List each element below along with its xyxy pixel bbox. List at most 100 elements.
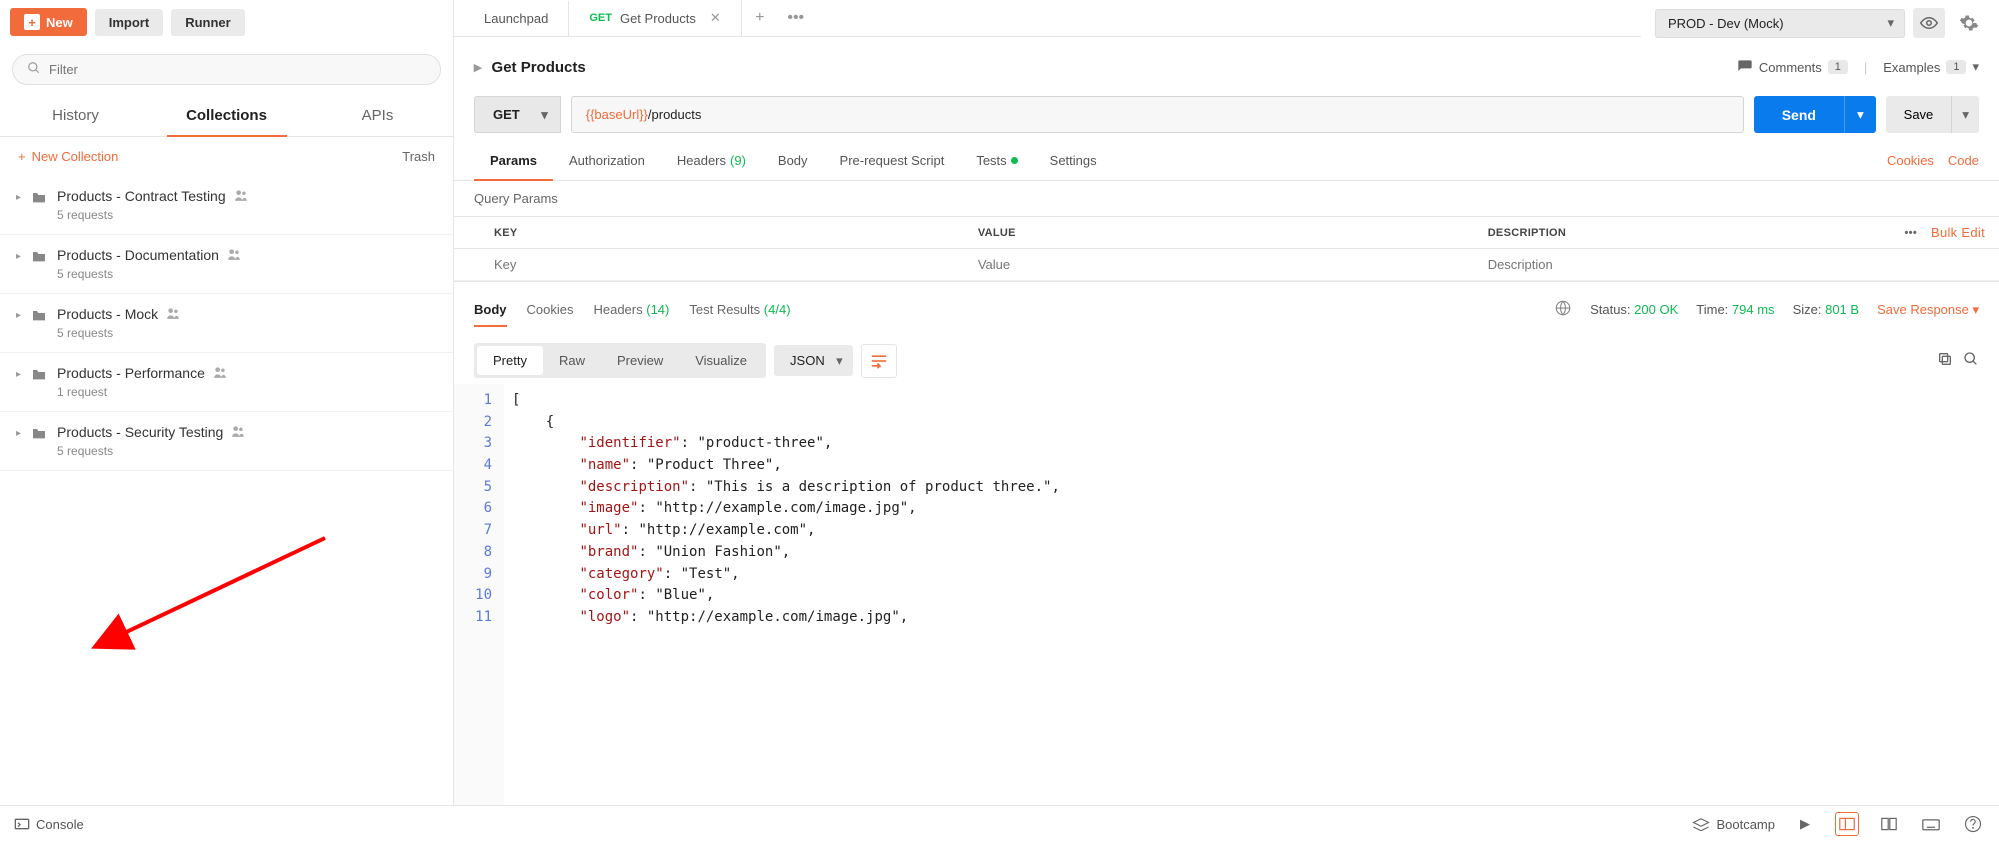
- params-overflow-button[interactable]: •••: [1905, 227, 1917, 239]
- subtab-settings[interactable]: Settings: [1034, 141, 1113, 180]
- tab-collections[interactable]: Collections: [151, 95, 302, 136]
- params-header-key: KEY: [454, 217, 964, 249]
- new-tab-button[interactable]: +: [742, 9, 778, 27]
- subtab-body[interactable]: Body: [762, 141, 824, 180]
- chevron-right-icon[interactable]: ▸: [16, 369, 21, 380]
- linewrap-button[interactable]: [861, 344, 897, 378]
- url-path: /products: [648, 107, 701, 122]
- filter-input-wrap[interactable]: [12, 54, 441, 85]
- chevron-right-icon[interactable]: ▸: [16, 192, 21, 203]
- collection-item[interactable]: ▸ Products - Performance 1 request: [0, 353, 453, 412]
- comments-button[interactable]: Comments 1: [1737, 59, 1848, 75]
- format-label: JSON: [790, 353, 825, 368]
- examples-count: 1: [1946, 60, 1966, 74]
- help-icon[interactable]: [1961, 812, 1985, 836]
- collection-item[interactable]: ▸ Products - Contract Testing 5 requests: [0, 176, 453, 235]
- view-pretty[interactable]: Pretty: [477, 346, 543, 375]
- status-dot-icon: [1011, 157, 1018, 164]
- save-button[interactable]: Save: [1886, 96, 1952, 133]
- chevron-right-icon[interactable]: ▸: [16, 310, 21, 321]
- method-select[interactable]: GET: [474, 96, 561, 133]
- search-response-icon[interactable]: [1963, 351, 1979, 370]
- resp-headers-count: (14): [646, 302, 669, 317]
- globe-icon[interactable]: [1554, 299, 1572, 320]
- tab-method: GET: [589, 12, 612, 24]
- view-visualize[interactable]: Visualize: [679, 346, 763, 375]
- chevron-right-icon[interactable]: ▸: [16, 251, 21, 262]
- collection-item[interactable]: ▸ Products - Documentation 5 requests: [0, 235, 453, 294]
- comments-label: Comments: [1759, 60, 1822, 75]
- collection-name: Products - Mock: [57, 306, 158, 322]
- folder-icon: [31, 426, 47, 443]
- collection-item[interactable]: ▸ Products - Security Testing 5 requests: [0, 412, 453, 471]
- close-icon[interactable]: ✕: [710, 10, 721, 26]
- param-value-input[interactable]: [978, 257, 1460, 272]
- filter-input[interactable]: [49, 62, 426, 77]
- param-key-input[interactable]: [494, 257, 950, 272]
- subtab-authorization[interactable]: Authorization: [553, 141, 661, 180]
- subtab-params[interactable]: Params: [474, 141, 553, 180]
- tab-get-products[interactable]: GET Get Products ✕: [569, 0, 741, 36]
- runner-button[interactable]: Runner: [171, 9, 245, 36]
- tab-launchpad[interactable]: Launchpad: [464, 1, 569, 36]
- chevron-right-icon[interactable]: ▸: [474, 58, 482, 76]
- plus-icon: +: [24, 14, 40, 30]
- people-icon: [213, 365, 227, 381]
- collection-item[interactable]: ▸ Products - Mock 5 requests: [0, 294, 453, 353]
- tab-overflow-button[interactable]: •••: [778, 9, 814, 27]
- environment-preview-button[interactable]: [1913, 8, 1945, 38]
- subtab-headers[interactable]: Headers (9): [661, 141, 762, 180]
- import-button[interactable]: Import: [95, 9, 163, 36]
- play-icon[interactable]: ▶: [1793, 812, 1817, 836]
- collection-name: Products - Performance: [57, 365, 205, 381]
- param-desc-input[interactable]: [1488, 257, 1985, 272]
- bootcamp-icon: [1692, 817, 1710, 831]
- tab-history[interactable]: History: [0, 95, 151, 136]
- layout-two-pane-icon[interactable]: [1835, 812, 1859, 836]
- folder-icon: [31, 367, 47, 384]
- params-header-desc-label: DESCRIPTION: [1488, 227, 1566, 239]
- layout-split-icon[interactable]: [1877, 812, 1901, 836]
- trash-link[interactable]: Trash: [402, 149, 435, 164]
- resp-tab-headers[interactable]: Headers (14): [593, 292, 669, 327]
- bootcamp-button[interactable]: Bootcamp: [1692, 817, 1775, 832]
- send-dropdown[interactable]: ▾: [1844, 96, 1876, 133]
- save-response-label: Save Response: [1877, 302, 1969, 317]
- subtab-prerequest[interactable]: Pre-request Script: [824, 141, 961, 180]
- resp-tab-body[interactable]: Body: [474, 292, 507, 327]
- examples-button[interactable]: Examples 1 ▾: [1883, 59, 1979, 75]
- bulk-edit-link[interactable]: Bulk Edit: [1931, 225, 1985, 240]
- code-link[interactable]: Code: [1948, 153, 1979, 168]
- settings-button[interactable]: [1953, 8, 1985, 38]
- console-icon[interactable]: Console: [14, 817, 84, 832]
- collection-name: Products - Security Testing: [57, 424, 223, 440]
- save-response-button[interactable]: Save Response ▾: [1877, 302, 1979, 318]
- new-collection-button[interactable]: + New Collection: [18, 149, 118, 164]
- environment-select[interactable]: PROD - Dev (Mock): [1655, 9, 1905, 38]
- view-raw[interactable]: Raw: [543, 346, 601, 375]
- resp-headers-label: Headers: [593, 302, 642, 317]
- collection-name: Products - Contract Testing: [57, 188, 226, 204]
- url-input[interactable]: {{baseUrl}}/products: [571, 96, 1744, 133]
- chevron-right-icon[interactable]: ▸: [16, 428, 21, 439]
- resp-tab-cookies[interactable]: Cookies: [527, 292, 574, 327]
- subtab-headers-count: (9): [730, 153, 746, 168]
- send-button[interactable]: Send: [1754, 96, 1844, 133]
- resp-tests-count: (4/4): [764, 302, 791, 317]
- cookies-link[interactable]: Cookies: [1887, 153, 1934, 168]
- folder-icon: [31, 308, 47, 325]
- subtab-tests[interactable]: Tests: [960, 141, 1033, 180]
- environment-label: PROD - Dev (Mock): [1668, 16, 1784, 31]
- people-icon: [227, 247, 241, 263]
- copy-icon[interactable]: [1937, 351, 1953, 370]
- keyboard-icon[interactable]: [1919, 812, 1943, 836]
- examples-label: Examples: [1883, 60, 1940, 75]
- save-dropdown[interactable]: ▾: [1951, 96, 1979, 133]
- tab-apis[interactable]: APIs: [302, 95, 453, 136]
- new-button[interactable]: + New: [10, 8, 87, 36]
- resp-tab-tests[interactable]: Test Results (4/4): [689, 292, 790, 327]
- comments-count: 1: [1828, 60, 1848, 74]
- gear-icon: [1959, 13, 1979, 33]
- view-preview[interactable]: Preview: [601, 346, 679, 375]
- format-select[interactable]: JSON: [774, 345, 853, 376]
